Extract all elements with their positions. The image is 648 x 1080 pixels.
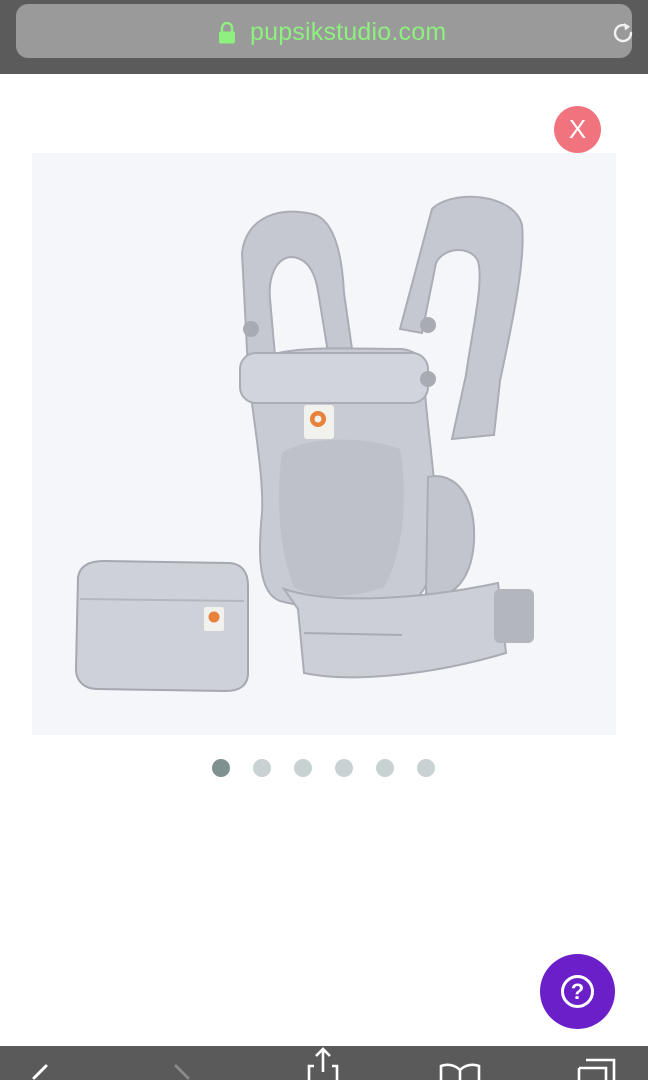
carousel-indicators: [212, 759, 436, 777]
carousel-dot-2[interactable]: [253, 759, 271, 777]
question-circle-icon: ?: [561, 975, 594, 1008]
tabs-icon[interactable]: [576, 1046, 620, 1080]
baby-carrier-illustration: [74, 195, 534, 693]
carousel-dot-3[interactable]: [294, 759, 312, 777]
bookmarks-icon[interactable]: [438, 1046, 482, 1080]
lock-icon: [219, 22, 235, 44]
browser-bottom-toolbar: [0, 1046, 648, 1080]
help-label: ?: [570, 979, 585, 1004]
carousel-dot-6[interactable]: [417, 759, 435, 777]
url-text[interactable]: pupsikstudio.com: [250, 18, 446, 47]
product-image[interactable]: [32, 153, 616, 735]
share-icon[interactable]: [306, 1046, 340, 1080]
help-button[interactable]: ?: [540, 954, 615, 1029]
close-label: X: [568, 114, 587, 144]
reload-icon[interactable]: [610, 20, 636, 46]
carousel-dot-1[interactable]: [212, 759, 230, 777]
carousel-dot-4[interactable]: [335, 759, 353, 777]
browser-top-bar: pupsikstudio.com: [0, 0, 648, 74]
address-bar[interactable]: pupsikstudio.com: [16, 4, 633, 58]
close-button[interactable]: X: [554, 106, 601, 153]
back-icon[interactable]: [28, 1046, 52, 1080]
carousel-dot-5[interactable]: [376, 759, 394, 777]
forward-icon[interactable]: [170, 1046, 194, 1080]
